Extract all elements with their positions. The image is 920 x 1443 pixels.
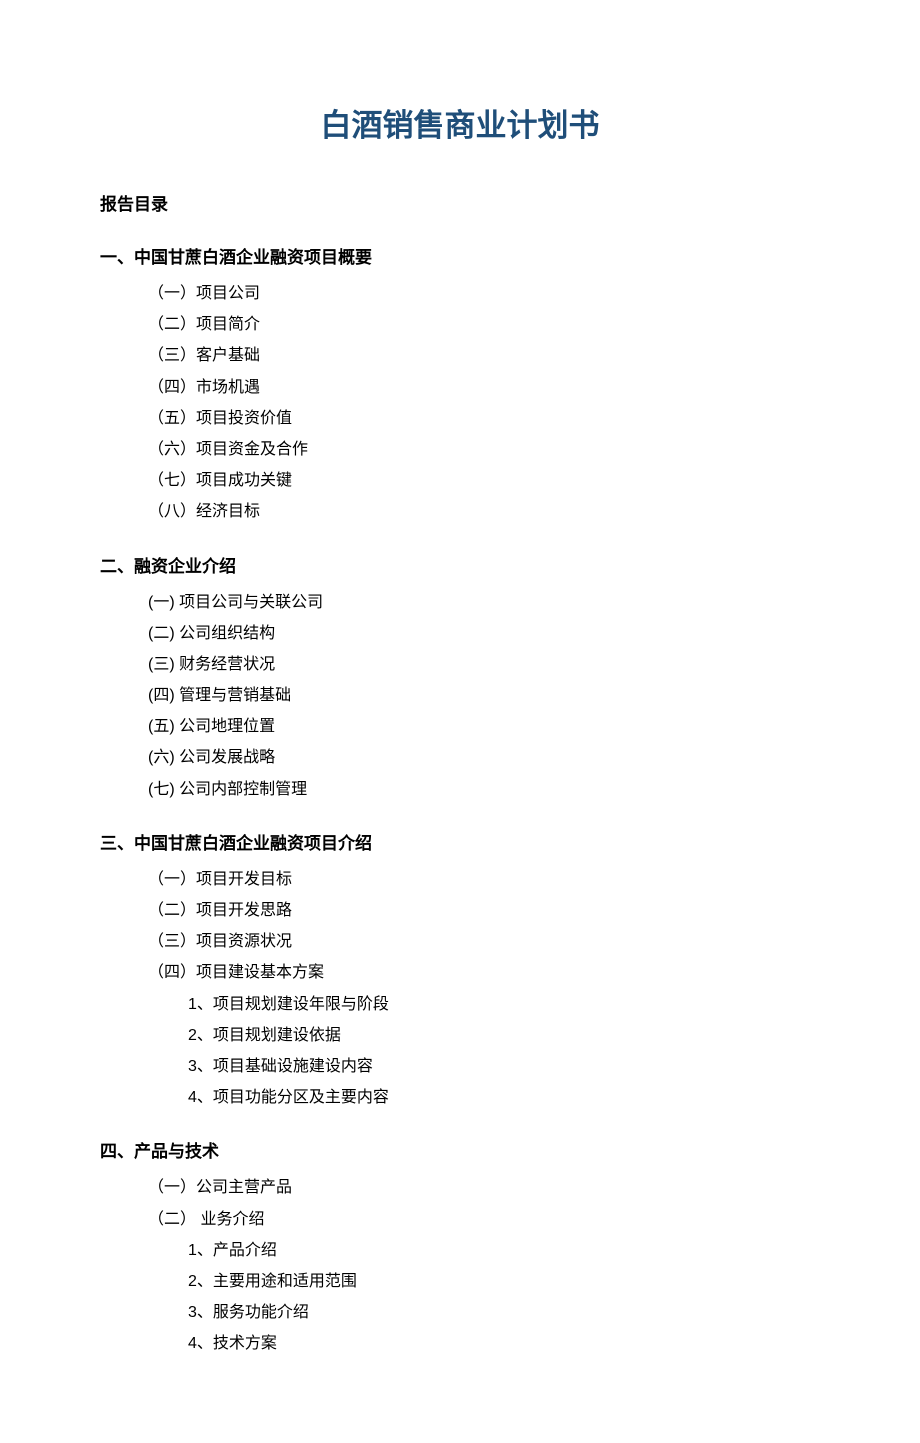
toc-item: (一) 项目公司与关联公司: [100, 587, 820, 618]
toc-subitem: 1、产品介绍: [100, 1235, 820, 1266]
toc-item: （二）项目开发思路: [100, 895, 820, 926]
toc-item: （八）经济目标: [100, 496, 820, 527]
section-2-heading: 二、融资企业介绍: [100, 552, 820, 577]
toc-item: （三）项目资源状况: [100, 926, 820, 957]
toc-item: （三）客户基础: [100, 340, 820, 371]
toc-item: (二) 公司组织结构: [100, 618, 820, 649]
toc-subitem: 4、技术方案: [100, 1328, 820, 1359]
section-1-heading: 一、中国甘蔗白酒企业融资项目概要: [100, 243, 820, 268]
toc-item: （二）项目简介: [100, 309, 820, 340]
toc-item: （四）项目建设基本方案: [100, 957, 820, 988]
toc-item: （二） 业务介绍: [100, 1204, 820, 1235]
toc-subitem: 2、主要用途和适用范围: [100, 1266, 820, 1297]
toc-subitem: 3、项目基础设施建设内容: [100, 1051, 820, 1082]
toc-subitem: 2、项目规划建设依据: [100, 1020, 820, 1051]
section-3-heading: 三、中国甘蔗白酒企业融资项目介绍: [100, 829, 820, 854]
toc-item: （一）项目公司: [100, 278, 820, 309]
toc-item: (七) 公司内部控制管理: [100, 774, 820, 805]
section-4-heading: 四、产品与技术: [100, 1137, 820, 1162]
toc-header: 报告目录: [100, 190, 820, 215]
toc-item: （一）项目开发目标: [100, 864, 820, 895]
section-4: 四、产品与技术 （一）公司主营产品 （二） 业务介绍 1、产品介绍 2、主要用途…: [100, 1137, 820, 1359]
toc-subitem: 4、项目功能分区及主要内容: [100, 1082, 820, 1113]
section-1: 一、中国甘蔗白酒企业融资项目概要 （一）项目公司 （二）项目简介 （三）客户基础…: [100, 243, 820, 528]
toc-item: (四) 管理与营销基础: [100, 680, 820, 711]
document-title: 白酒销售商业计划书: [100, 100, 820, 145]
section-3: 三、中国甘蔗白酒企业融资项目介绍 （一）项目开发目标 （二）项目开发思路 （三）…: [100, 829, 820, 1114]
toc-item: （五）项目投资价值: [100, 403, 820, 434]
section-2: 二、融资企业介绍 (一) 项目公司与关联公司 (二) 公司组织结构 (三) 财务…: [100, 552, 820, 805]
toc-subitem: 1、项目规划建设年限与阶段: [100, 989, 820, 1020]
toc-item: (五) 公司地理位置: [100, 711, 820, 742]
toc-item: （六）项目资金及合作: [100, 434, 820, 465]
toc-item: (三) 财务经营状况: [100, 649, 820, 680]
toc-item: （一）公司主营产品: [100, 1172, 820, 1203]
toc-item: （七）项目成功关键: [100, 465, 820, 496]
toc-item: （四）市场机遇: [100, 372, 820, 403]
toc-item: (六) 公司发展战略: [100, 742, 820, 773]
